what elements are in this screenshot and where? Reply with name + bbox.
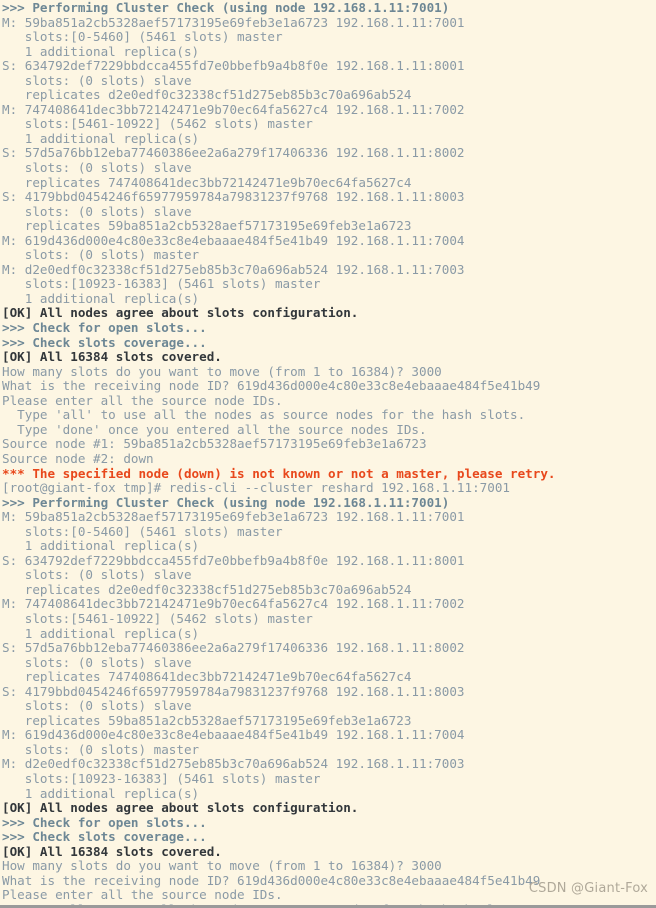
terminal-line-list: >>> Performing Cluster Check (using node…: [2, 0, 656, 905]
terminal-line: M: d2e0edf0c32338cf51d275eb85b3c70a696ab…: [2, 261, 465, 277]
terminal-line: Please enter all the source node IDs.: [2, 392, 283, 408]
terminal-line: slots: (0 slots) slave: [2, 72, 192, 88]
terminal-line: replicates d2e0edf0c32338cf51d275eb85b3c…: [2, 581, 412, 597]
terminal-line: slots:[5461-10922] (5462 slots) master: [2, 116, 313, 132]
terminal-line: 1 additional replica(s): [2, 290, 200, 306]
terminal-line: replicates 59ba851a2cb5328aef57173195e69…: [2, 712, 412, 728]
terminal-line: S: 634792def7229bbdcca455fd7e0bbefb9a4b8…: [2, 58, 465, 74]
terminal-line: S: 634792def7229bbdcca455fd7e0bbefb9a4b8…: [2, 552, 465, 568]
terminal-line: M: 59ba851a2cb5328aef57173195e69feb3e1a6…: [2, 14, 465, 30]
terminal-line: replicates 59ba851a2cb5328aef57173195e69…: [2, 218, 412, 234]
terminal-line: 1 additional replica(s): [2, 538, 200, 554]
terminal-line: M: 747408641dec3bb72142471e9b70ec64fa562…: [2, 596, 465, 612]
terminal-line: M: 619d436d000e4c80e33c8e4ebaaae484f5e41…: [2, 727, 465, 743]
terminal-line: S: 4179bbd0454246f65977959784a79831237f9…: [2, 683, 465, 699]
terminal-line: S: 57d5a76bb12eba77460386ee2a6a279f17406…: [2, 145, 465, 161]
terminal-line: 1 additional replica(s): [2, 785, 200, 801]
terminal-line: Source node #2: down: [2, 450, 154, 466]
terminal-line: What is the receiving node ID? 619d436d0…: [2, 872, 541, 888]
terminal-line: How many slots do you want to move (from…: [2, 363, 442, 379]
terminal-line: slots: (0 slots) slave: [2, 203, 192, 219]
terminal-line: slots: (0 slots) master: [2, 247, 200, 263]
terminal-line: M: 747408641dec3bb72142471e9b70ec64fa562…: [2, 101, 465, 117]
terminal-line: >>> Performing Cluster Check (using node…: [2, 0, 450, 15]
terminal-line: S: 57d5a76bb12eba77460386ee2a6a279f17406…: [2, 640, 465, 656]
terminal-line: [root@giant-fox tmp]# redis-cli --cluste…: [2, 480, 510, 496]
terminal-line: S: 4179bbd0454246f65977959784a79831237f9…: [2, 189, 465, 205]
terminal-line: >>> Check for open slots...: [2, 814, 207, 830]
terminal-line: slots:[0-5460] (5461 slots) master: [2, 523, 283, 539]
terminal-line: How many slots do you want to move (from…: [2, 858, 442, 874]
terminal-line: M: 59ba851a2cb5328aef57173195e69feb3e1a6…: [2, 509, 465, 525]
terminal-line: replicates d2e0edf0c32338cf51d275eb85b3c…: [2, 87, 412, 103]
terminal-line: >>> Check slots coverage...: [2, 829, 207, 845]
terminal-line: >>> Check slots coverage...: [2, 334, 207, 350]
terminal-line: replicates 747408641dec3bb72142471e9b70e…: [2, 174, 412, 190]
terminal-line: slots:[10923-16383] (5461 slots) master: [2, 276, 321, 292]
terminal-line: slots:[0-5460] (5461 slots) master: [2, 29, 283, 45]
terminal-line: 1 additional replica(s): [2, 43, 200, 59]
terminal-line: *** The specified node (down) is not kno…: [2, 465, 556, 481]
terminal-output-pane[interactable]: >>> Performing Cluster Check (using node…: [0, 0, 656, 908]
terminal-line: Please enter all the source node IDs.: [2, 887, 283, 903]
terminal-line: Type 'all' to use all the nodes as sourc…: [2, 407, 526, 423]
terminal-line: >>> Check for open slots...: [2, 320, 207, 336]
terminal-line: [OK] All nodes agree about slots configu…: [2, 305, 359, 321]
terminal-line: replicates 747408641dec3bb72142471e9b70e…: [2, 669, 412, 685]
terminal-line: [OK] All 16384 slots covered.: [2, 843, 222, 859]
terminal-line: slots:[10923-16383] (5461 slots) master: [2, 770, 321, 786]
terminal-line: [OK] All nodes agree about slots configu…: [2, 800, 359, 816]
terminal-line: [OK] All 16384 slots covered.: [2, 349, 222, 365]
terminal-line: Type 'all' to use all the nodes as sourc…: [2, 902, 656, 905]
terminal-line: M: 619d436d000e4c80e33c8e4ebaaae484f5e41…: [2, 232, 465, 248]
terminal-line: slots:[5461-10922] (5462 slots) master: [2, 610, 313, 626]
terminal-line: M: d2e0edf0c32338cf51d275eb85b3c70a696ab…: [2, 756, 465, 772]
terminal-line: slots: (0 slots) slave: [2, 654, 192, 670]
terminal-line: slots: (0 slots) slave: [2, 698, 192, 714]
terminal-line: What is the receiving node ID? 619d436d0…: [2, 378, 541, 394]
terminal-line: Type 'done' once you entered all the sou…: [2, 421, 427, 437]
terminal-line: >>> Performing Cluster Check (using node…: [2, 494, 450, 510]
terminal-line: 1 additional replica(s): [2, 130, 200, 146]
terminal-line: slots: (0 slots) slave: [2, 160, 192, 176]
terminal-line: slots: (0 slots) slave: [2, 567, 192, 583]
terminal-line: slots: (0 slots) master: [2, 741, 200, 757]
terminal-line: Source node #1: 59ba851a2cb5328aef571731…: [2, 436, 427, 452]
terminal-line: 1 additional replica(s): [2, 625, 200, 641]
